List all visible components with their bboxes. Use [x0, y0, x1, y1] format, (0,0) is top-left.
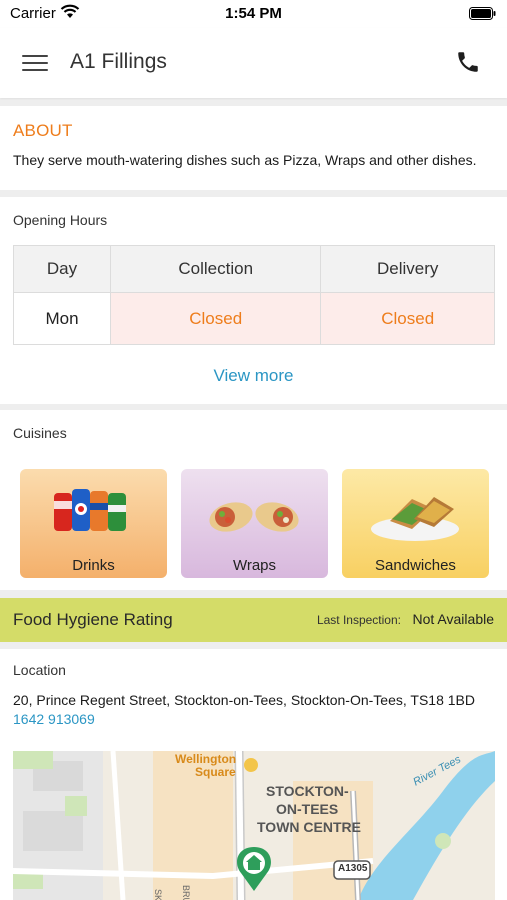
drinks-cans-image [54, 489, 126, 531]
map-label-skinner: SKINN [153, 889, 163, 900]
page-title: A1 Fillings [70, 50, 167, 73]
location-label: Location [13, 662, 66, 678]
last-inspection-value: Not Available [412, 611, 494, 627]
about-section: ABOUT They serve mouth-watering dishes s… [0, 106, 507, 190]
hamburger-menu-icon[interactable] [22, 50, 48, 74]
location-section: Location 20, Prince Regent Street, Stock… [0, 649, 507, 900]
clock: 1:54 PM [225, 5, 282, 22]
cuisine-tile-wraps[interactable]: Wraps [181, 469, 328, 578]
phone-call-icon[interactable] [455, 49, 481, 80]
cuisine-label-wraps: Wraps [232, 557, 277, 574]
app-header: A1 Fillings [0, 28, 507, 98]
map-label-stockton: STOCKTON- [266, 783, 349, 799]
wraps-image [209, 502, 299, 532]
map-label-wellington: Wellington [175, 752, 237, 766]
map-pin-icon[interactable] [228, 847, 280, 895]
map-label-a1305: A1305 [338, 863, 368, 874]
food-hygiene-bar: Food Hygiene Rating Last Inspection: Not… [0, 598, 507, 642]
cuisines-section: Cuisines Drinks Wraps Sandwiches [0, 410, 507, 590]
day-cell: Mon [13, 292, 111, 345]
food-hygiene-title: Food Hygiene Rating [13, 610, 173, 629]
map-label-square: Square [195, 765, 236, 779]
status-bar: Carrier 1:54 PM [0, 0, 507, 28]
about-heading: ABOUT [13, 121, 73, 140]
map-label-brunswick: BRUNSWI [181, 885, 191, 900]
cuisines-label: Cuisines [13, 425, 67, 441]
table-row: Mon Closed Closed [13, 292, 495, 345]
cuisine-tile-drinks[interactable]: Drinks [20, 469, 167, 578]
opening-hours-section: Opening Hours Day Collection Delivery Mo… [0, 197, 507, 404]
map-label-on-tees: ON-TEES [276, 801, 339, 817]
view-more-link[interactable]: View more [0, 366, 507, 386]
cuisine-label-drinks: Drinks [72, 557, 115, 574]
column-header-day: Day [13, 245, 111, 293]
sandwiches-image [371, 497, 459, 541]
column-header-collection: Collection [109, 245, 322, 293]
cuisine-tile-sandwiches[interactable]: Sandwiches [342, 469, 489, 578]
opening-hours-label: Opening Hours [13, 212, 108, 228]
phone-number-link[interactable]: 1642 913069 [13, 711, 95, 727]
table-header-row: Day Collection Delivery [13, 245, 495, 293]
location-map[interactable]: Wellington Square STOCKTON- ON-TEES TOWN… [13, 751, 495, 900]
about-description: They serve mouth-watering dishes such as… [13, 152, 477, 168]
last-inspection-label: Last Inspection: [316, 613, 401, 627]
address-text: 20, Prince Regent Street, Stockton-on-Te… [13, 692, 475, 708]
battery-icon [469, 7, 496, 25]
map-label-town-centre: TOWN CENTRE [257, 819, 361, 835]
delivery-status-cell: Closed [320, 292, 495, 345]
opening-hours-table: Day Collection Delivery Mon Closed Close… [13, 245, 495, 345]
cuisine-label-sandwiches: Sandwiches [375, 557, 456, 574]
column-header-delivery: Delivery [320, 245, 495, 293]
collection-status-cell: Closed [109, 292, 322, 345]
